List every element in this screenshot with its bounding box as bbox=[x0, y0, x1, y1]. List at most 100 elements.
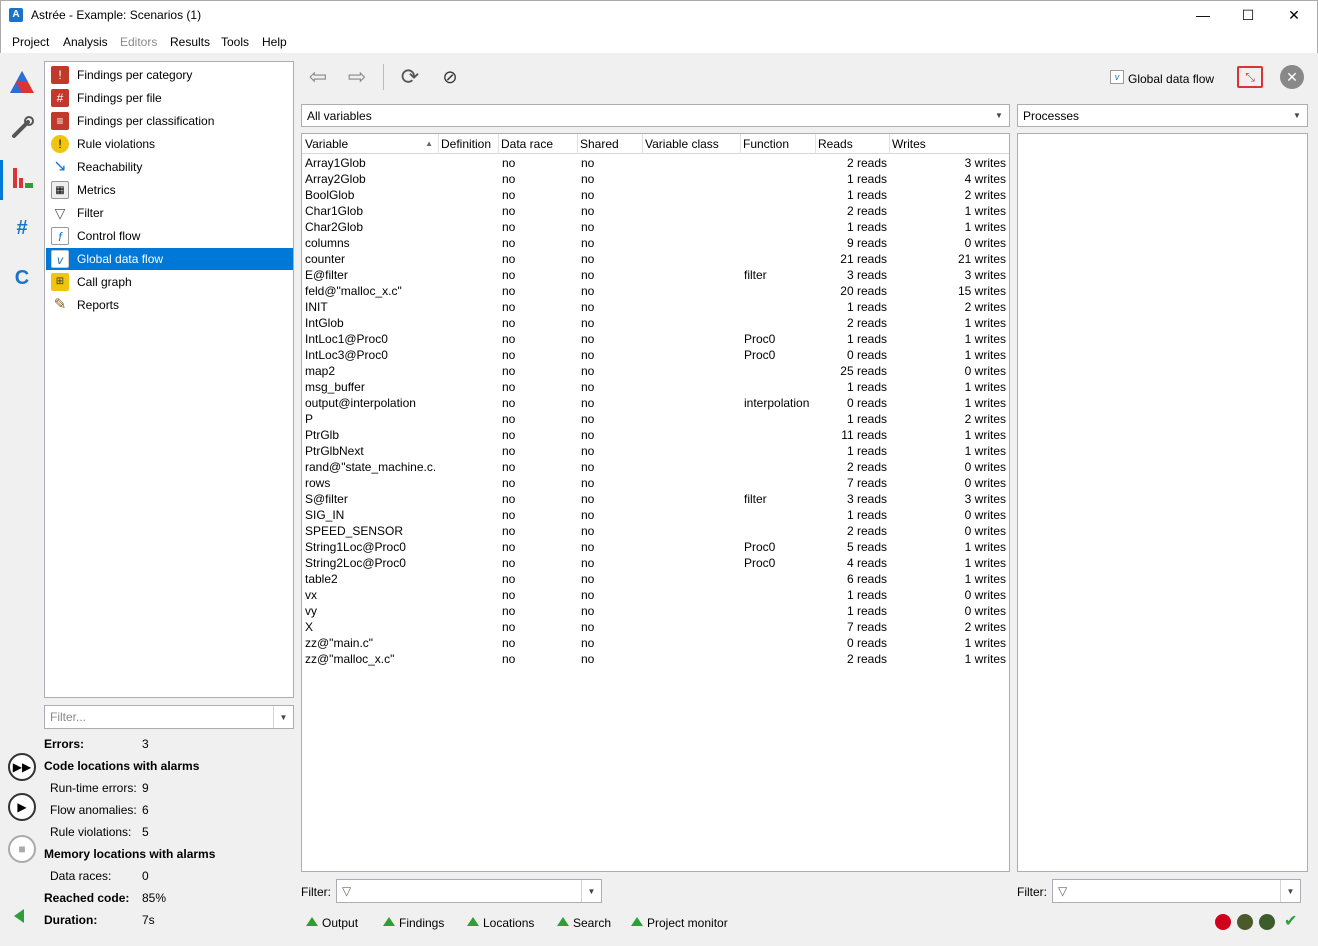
variables-combo[interactable]: All variables ▼ bbox=[301, 104, 1010, 127]
hash-file-icon[interactable]: # bbox=[6, 212, 38, 244]
fast-forward-button[interactable]: ▶▶ bbox=[8, 753, 36, 781]
side-filter-combo[interactable]: ▽ ▼ bbox=[1052, 879, 1301, 903]
nav-item-reachability[interactable]: ↘ Reachability bbox=[46, 156, 293, 178]
table-row[interactable]: PtrGlb no no 11 reads 1 writes bbox=[302, 427, 1009, 443]
nav-item-findings-per-category[interactable]: ! Findings per category bbox=[46, 64, 293, 86]
table-row[interactable]: IntGlob no no 2 reads 1 writes bbox=[302, 315, 1009, 331]
table-row[interactable]: vx no no 1 reads 0 writes bbox=[302, 587, 1009, 603]
column-header-function[interactable]: Function bbox=[740, 134, 816, 154]
table-row[interactable]: E@filter no no filter 3 reads 3 writes bbox=[302, 267, 1009, 283]
nav-item-label: Findings per category bbox=[77, 68, 193, 82]
nav-filter-combo[interactable]: Filter... ▼ bbox=[44, 705, 294, 729]
wrench-icon[interactable] bbox=[6, 114, 38, 146]
cell-definition bbox=[441, 411, 497, 427]
table-row[interactable]: BoolGlob no no 1 reads 2 writes bbox=[302, 187, 1009, 203]
column-header-variable[interactable]: Variable ▲ bbox=[302, 134, 439, 154]
table-row[interactable]: INIT no no 1 reads 2 writes bbox=[302, 299, 1009, 315]
column-header-shared[interactable]: Shared bbox=[577, 134, 643, 154]
refresh-icon[interactable]: ⟳ bbox=[395, 62, 425, 92]
table-row[interactable]: SPEED_SENSOR no no 2 reads 0 writes bbox=[302, 523, 1009, 539]
menu-tools[interactable]: Tools bbox=[221, 35, 249, 49]
table-row[interactable]: counter no no 21 reads 21 writes bbox=[302, 251, 1009, 267]
tab-output[interactable]: Output bbox=[306, 916, 358, 934]
table-row[interactable]: msg_buffer no no 1 reads 1 writes bbox=[302, 379, 1009, 395]
chevron-down-icon[interactable]: ▼ bbox=[273, 706, 293, 728]
table-row[interactable]: output@interpolation no no interpolation 0 r… bbox=[302, 395, 1009, 411]
cell-reads: 5 reads bbox=[846, 540, 887, 554]
cell-writes: 3 writes bbox=[964, 156, 1006, 170]
play-button[interactable]: ▶ bbox=[8, 793, 36, 821]
column-header-writes[interactable]: Writes bbox=[889, 134, 1009, 154]
chevron-down-icon[interactable]: ▼ bbox=[1280, 880, 1300, 902]
table-row[interactable]: columns no no 9 reads 0 writes bbox=[302, 235, 1009, 251]
table-row[interactable]: String1Loc@Proc0 no no Proc0 5 reads 1 writes bbox=[302, 539, 1009, 555]
table-row[interactable]: SIG_IN no no 1 reads 0 writes bbox=[302, 507, 1009, 523]
cell-function bbox=[744, 459, 814, 475]
nav-item-rule-violations[interactable]: ! Rule violations bbox=[46, 133, 293, 155]
menu-help[interactable]: Help bbox=[262, 35, 287, 49]
nav-item-control-flow[interactable]: f Control flow bbox=[46, 225, 293, 247]
table-row[interactable]: map2 no no 25 reads 0 writes bbox=[302, 363, 1009, 379]
tab-search[interactable]: Search bbox=[557, 916, 611, 934]
table-row[interactable]: vy no no 1 reads 0 writes bbox=[302, 603, 1009, 619]
table-row[interactable]: Pno no 1 reads 2 writes bbox=[302, 411, 1009, 427]
table-row[interactable]: zz@"main.c" no no 0 reads 1 writes bbox=[302, 635, 1009, 651]
table-row[interactable]: Array2Glob no no 1 reads 4 writes bbox=[302, 171, 1009, 187]
tab-findings[interactable]: Findings bbox=[383, 916, 444, 934]
cell-function bbox=[744, 507, 814, 523]
menu-results[interactable]: Results bbox=[170, 35, 210, 49]
table-row[interactable]: IntLoc3@Proc0 no no Proc0 0 reads 1 writes bbox=[302, 347, 1009, 363]
maximize-button[interactable]: ☐ bbox=[1225, 0, 1271, 31]
back-arrow-icon[interactable]: ⇦ bbox=[303, 62, 333, 92]
main-filter-combo[interactable]: ▽ ▼ bbox=[336, 879, 602, 903]
chevron-down-icon[interactable]: ▼ bbox=[581, 880, 601, 902]
c-file-icon[interactable]: C bbox=[6, 262, 38, 294]
table-row[interactable]: table2 no no 6 reads 1 writes bbox=[302, 571, 1009, 587]
column-header-definition[interactable]: Definition bbox=[438, 134, 499, 154]
table-row[interactable]: PtrGlbNext no no 1 reads 1 writes bbox=[302, 443, 1009, 459]
tab-locations[interactable]: Locations bbox=[467, 916, 534, 934]
cell-data-race: no bbox=[502, 204, 516, 218]
table-row[interactable]: feld@"malloc_x.c" no no 20 reads 15 writes bbox=[302, 283, 1009, 299]
tab-project-monitor[interactable]: Project monitor bbox=[631, 916, 728, 934]
table-row[interactable]: S@filter no no filter 3 reads 3 writes bbox=[302, 491, 1009, 507]
cell-reads: 1 reads bbox=[846, 604, 887, 618]
column-header-variable-class[interactable]: Variable class bbox=[642, 134, 741, 154]
table-row[interactable]: Char2Glob no no 1 reads 1 writes bbox=[302, 219, 1009, 235]
chevron-down-icon[interactable]: ▼ bbox=[1287, 105, 1307, 126]
clear-view-icon[interactable]: ⊘ bbox=[435, 62, 465, 92]
column-header-reads[interactable]: Reads bbox=[815, 134, 890, 154]
column-header-data-race[interactable]: Data race bbox=[498, 134, 578, 154]
chevron-down-icon[interactable]: ▼ bbox=[989, 105, 1009, 126]
nav-item-findings-per-classification[interactable]: ≡ Findings per classification bbox=[46, 110, 293, 132]
cell-shared: no bbox=[581, 492, 595, 506]
table-row[interactable]: String2Loc@Proc0 no no Proc0 4 reads 1 writes bbox=[302, 555, 1009, 571]
nav-item-reports[interactable]: ✎ Reports bbox=[46, 294, 293, 316]
minimize-button[interactable]: — bbox=[1180, 0, 1226, 31]
table-row[interactable]: Array1Glob no no 2 reads 3 writes bbox=[302, 155, 1009, 171]
nav-item-filter[interactable]: ▽ Filter bbox=[46, 202, 293, 224]
processes-combo[interactable]: Processes ▼ bbox=[1017, 104, 1308, 127]
forward-arrow-icon[interactable]: ⇨ bbox=[342, 62, 372, 92]
table-row[interactable]: Xno no 7 reads 2 writes bbox=[302, 619, 1009, 635]
nav-item-findings-per-file[interactable]: # Findings per file bbox=[46, 87, 293, 109]
data-races-label: Data races: bbox=[50, 869, 112, 883]
maximize-view-icon[interactable]: ⤡ bbox=[1237, 66, 1263, 88]
analysis-triangle-icon[interactable] bbox=[6, 68, 38, 100]
checkmark-broom-icon[interactable]: ✔ bbox=[1284, 911, 1297, 931]
table-row[interactable]: rows no no 7 reads 0 writes bbox=[302, 475, 1009, 491]
results-chart-icon[interactable] bbox=[6, 164, 38, 196]
nav-item-global-data-flow[interactable]: v Global data flow bbox=[46, 248, 293, 270]
menu-project[interactable]: Project bbox=[12, 35, 49, 49]
table-row[interactable]: IntLoc1@Proc0 no no Proc0 1 reads 1 writes bbox=[302, 331, 1009, 347]
table-row[interactable]: Char1Glob no no 2 reads 1 writes bbox=[302, 203, 1009, 219]
cell-variable: table2 bbox=[305, 572, 338, 586]
menu-analysis[interactable]: Analysis bbox=[63, 35, 108, 49]
table-row[interactable]: rand@"state_machine.c... no no 2 reads 0 wri… bbox=[302, 459, 1009, 475]
table-row[interactable]: zz@"malloc_x.c" no no 2 reads 1 writes bbox=[302, 651, 1009, 667]
collapse-arrow-icon[interactable] bbox=[14, 909, 24, 923]
nav-item-call-graph[interactable]: ⊞ Call graph bbox=[46, 271, 293, 293]
close-window-button[interactable]: ✕ bbox=[1271, 0, 1317, 31]
nav-item-metrics[interactable]: ▦ Metrics bbox=[46, 179, 293, 201]
close-view-icon[interactable]: ✕ bbox=[1280, 65, 1304, 89]
